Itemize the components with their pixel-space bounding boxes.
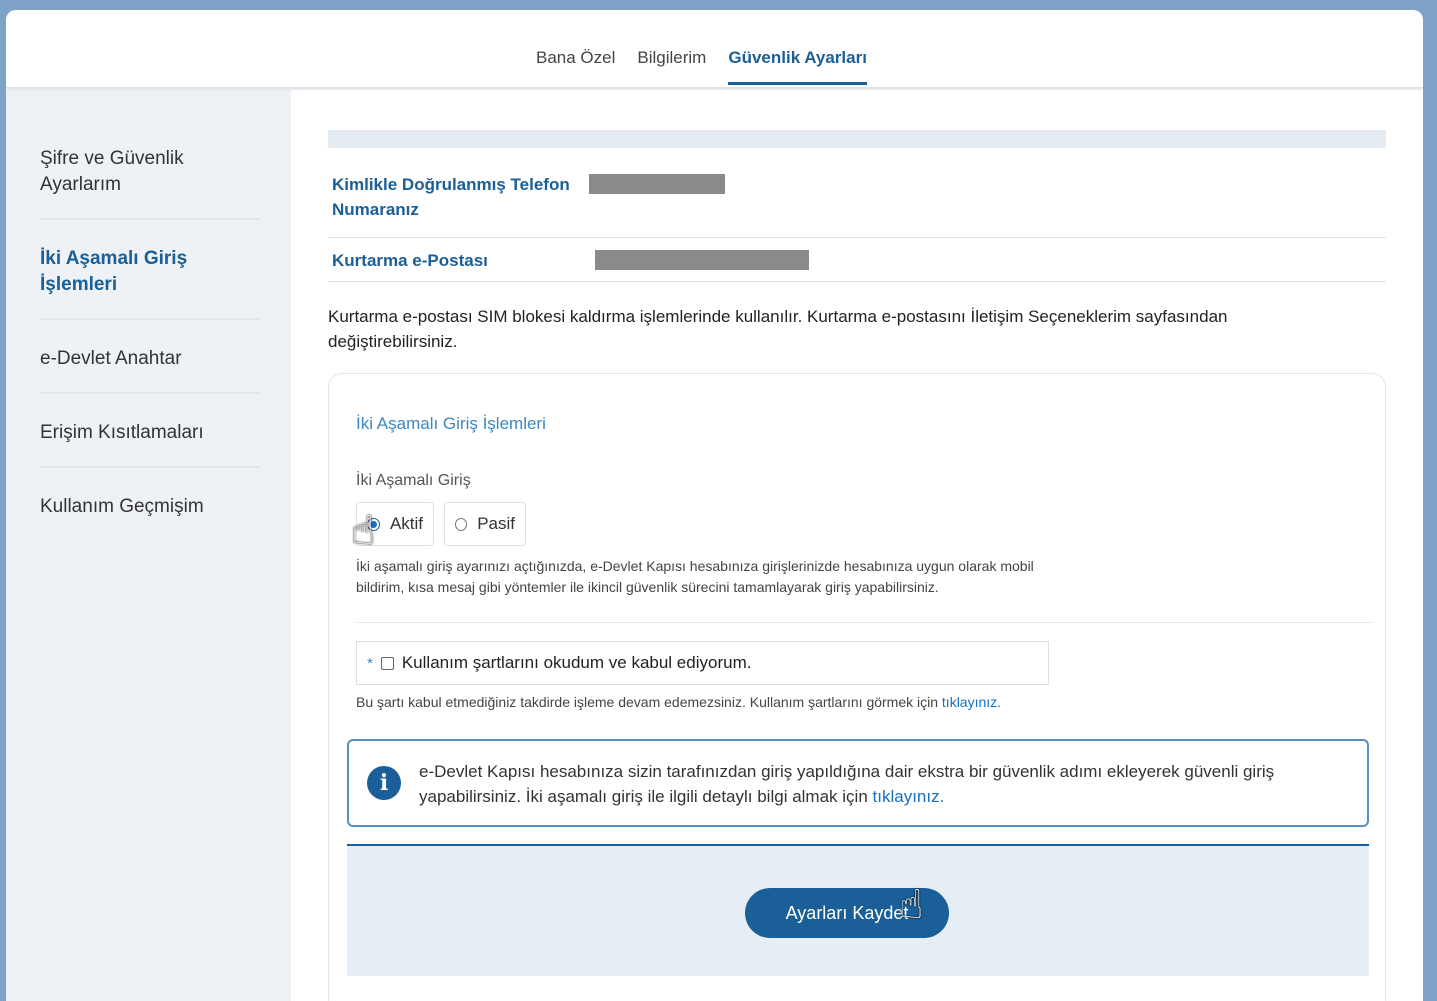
email-label: Kurtarma e-Postası <box>332 251 488 270</box>
alert-link[interactable]: tıklayınız. <box>873 787 945 806</box>
sidebar: Şifre ve Güvenlik Ayarlarım İki Aşamalı … <box>40 140 260 560</box>
sidebar-item-password[interactable]: Şifre ve Güvenlik Ayarlarım <box>40 140 260 220</box>
save-area: Ayarları Kaydet <box>347 844 1369 976</box>
two-factor-help: İki aşamalı giriş ayarınızı açtığınızda,… <box>356 558 1034 595</box>
radio-pasif[interactable]: Pasif <box>444 502 526 546</box>
tab-guvenlik-ayarlari[interactable]: Güvenlik Ayarları <box>728 48 867 85</box>
phone-value-redacted <box>589 174 725 194</box>
app-frame: Bana Özel Bilgilerim Güvenlik Ayarları Ş… <box>6 10 1423 1001</box>
email-row: Kurtarma e-Postası <box>328 238 1386 282</box>
tab-bar: Bana Özel Bilgilerim Güvenlik Ayarları <box>536 48 867 85</box>
radio-aktif-label: Aktif <box>389 514 423 533</box>
sidebar-item-two-factor[interactable]: İki Aşamalı Giriş İşlemleri <box>40 240 260 320</box>
card-title: İki Aşamalı Giriş İşlemleri <box>356 414 546 433</box>
divider <box>356 622 1374 623</box>
recovery-note: Kurtarma e-postası SIM blokesi kaldırma … <box>328 307 1228 351</box>
tab-bana-ozel[interactable]: Bana Özel <box>536 48 615 85</box>
tab-bilgilerim[interactable]: Bilgilerim <box>637 48 706 85</box>
email-value-redacted <box>595 250 809 270</box>
terms-note: Bu şartı kabul etmediğiniz takdirde işle… <box>356 694 1001 710</box>
terms-checkbox-row[interactable]: * Kullanım şartlarını okudum ve kabul ed… <box>356 641 1049 685</box>
terms-checkbox[interactable] <box>380 656 394 670</box>
terms-link[interactable]: tıklayınız. <box>942 694 1001 710</box>
radio-aktif-circle[interactable] <box>367 517 380 531</box>
radio-aktif[interactable]: Aktif <box>356 502 434 546</box>
header-strip <box>328 130 1386 148</box>
terms-label: Kullanım şartlarını okudum ve kabul ediy… <box>401 653 752 672</box>
info-icon: i <box>367 766 401 800</box>
two-factor-card: İki Aşamalı Giriş İşlemleri İki Aşamalı … <box>328 373 1386 1001</box>
info-alert: i e-Devlet Kapısı hesabınıza sizin taraf… <box>347 739 1369 827</box>
radio-pasif-circle[interactable] <box>455 517 468 531</box>
phone-row: Kimlikle Doğrulanmış Telefon Numaranız <box>328 168 1386 238</box>
alert-text: e-Devlet Kapısı hesabınıza sizin tarafın… <box>419 759 1339 809</box>
top-nav: Bana Özel Bilgilerim Güvenlik Ayarları <box>6 10 1423 88</box>
sidebar-item-edevlet-key[interactable]: e-Devlet Anahtar <box>40 340 260 394</box>
sidebar-item-usage-history[interactable]: Kullanım Geçmişim <box>40 488 260 540</box>
alert-body: e-Devlet Kapısı hesabınıza sizin tarafın… <box>419 762 1275 806</box>
required-mark: * <box>367 654 373 672</box>
sidebar-item-access-restrictions[interactable]: Erişim Kısıtlamaları <box>40 414 260 468</box>
main-content: Kimlikle Doğrulanmış Telefon Numaranız K… <box>291 90 1423 1001</box>
radio-pasif-label: Pasif <box>477 514 515 533</box>
two-factor-label: İki Aşamalı Giriş <box>356 472 471 489</box>
phone-label: Kimlikle Doğrulanmış Telefon Numaranız <box>332 175 570 219</box>
terms-note-text: Bu şartı kabul etmediğiniz takdirde işle… <box>356 694 939 710</box>
save-settings-button[interactable]: Ayarları Kaydet <box>745 888 949 938</box>
